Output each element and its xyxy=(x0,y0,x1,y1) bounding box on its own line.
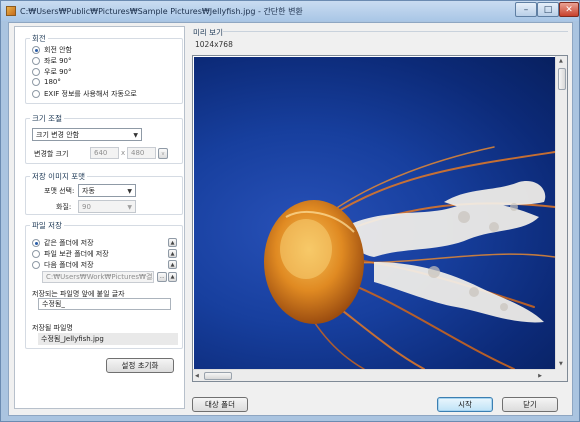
minimize-button[interactable]: – xyxy=(515,2,537,17)
maximize-button[interactable]: □ xyxy=(537,2,559,17)
output-filename: 수정됨_Jellyfish.jpg xyxy=(38,333,178,345)
resize-height-input[interactable]: 480 xyxy=(127,147,156,159)
preview-divider xyxy=(223,31,568,32)
dialog-body: 회전 회전 안함 좌로 90° 우로 90° 180° EXIF 정보를 사용해… xyxy=(8,22,573,416)
vertical-scrollbar[interactable]: ▲ ▼ xyxy=(555,56,567,369)
resize-width-input[interactable]: 640 xyxy=(90,147,119,159)
save-option-archive-folder[interactable]: 파일 보관 폴더에 저장 xyxy=(32,249,109,259)
rotation-option-label: 우로 90° xyxy=(44,68,72,76)
resize-mode-value: 크기 변경 안함 xyxy=(36,130,80,139)
rotation-option-180[interactable]: 180° xyxy=(32,78,61,86)
format-group: 저장 이미지 포맷 포맷 선택: 자동 ▼ 화질: 90 ▼ xyxy=(25,171,183,215)
scroll-right-icon[interactable]: ▶ xyxy=(538,373,542,379)
rotation-option-left90[interactable]: 좌로 90° xyxy=(32,56,72,66)
chevron-down-icon: ▼ xyxy=(133,132,138,139)
rotation-option-none[interactable]: 회전 안함 xyxy=(32,45,72,55)
aspect-lock-button[interactable]: v xyxy=(158,148,168,159)
save-option-custom-folder[interactable]: 다음 폴더에 저장 xyxy=(32,260,94,270)
save-legend: 파일 저장 xyxy=(30,220,64,231)
save-option-label: 다음 폴더에 저장 xyxy=(44,261,94,269)
close-button[interactable]: 닫기 xyxy=(502,397,558,412)
close-window-button[interactable]: ✕ xyxy=(559,2,579,17)
format-select-label: 포맷 선택: xyxy=(44,187,75,195)
quality-value: 90 xyxy=(82,202,91,211)
chevron-up-icon[interactable]: ▲ xyxy=(168,249,177,258)
rotation-option-right90[interactable]: 우로 90° xyxy=(32,67,72,77)
save-option-same-folder[interactable]: 같은 폴더에 저장 xyxy=(32,238,94,248)
horizontal-scrollbar[interactable]: ◀ ▶ xyxy=(193,369,556,381)
folder-path-input[interactable]: C:₩Users₩Work₩Pictures₩결과 xyxy=(42,271,154,283)
rotation-option-label: 180° xyxy=(44,78,61,86)
settings-panel: 회전 회전 안함 좌로 90° 우로 90° 180° EXIF 정보를 사용해… xyxy=(14,26,185,409)
app-window: C:₩Users₩Public₩Pictures₩Sample Pictures… xyxy=(0,0,580,422)
app-icon xyxy=(6,6,16,16)
rotation-option-exif[interactable]: EXIF 정보를 사용해서 자동으로 xyxy=(32,89,137,99)
preview-viewer[interactable]: ▲ ▼ ◀ ▶ xyxy=(192,55,568,382)
radio-icon[interactable] xyxy=(32,57,40,65)
title-bar[interactable]: C:₩Users₩Public₩Pictures₩Sample Pictures… xyxy=(1,1,579,21)
radio-icon[interactable] xyxy=(32,239,40,247)
rotation-option-label: EXIF 정보를 사용해서 자동으로 xyxy=(44,90,137,98)
rotation-option-label: 회전 안함 xyxy=(44,46,72,54)
save-option-label: 파일 보관 폴더에 저장 xyxy=(44,250,109,258)
chevron-down-icon: ▼ xyxy=(127,204,132,211)
format-legend: 저장 이미지 포맷 xyxy=(30,171,88,182)
radio-icon[interactable] xyxy=(32,250,40,258)
reset-settings-button[interactable]: 설정 초기화 xyxy=(106,358,174,373)
chevron-up-icon[interactable]: ▲ xyxy=(168,260,177,269)
jellyfish-image xyxy=(264,146,555,369)
quality-label: 화질: xyxy=(56,203,72,211)
prefix-input[interactable]: 수정됨_ xyxy=(38,298,171,310)
radio-icon[interactable] xyxy=(32,68,40,76)
preview-image xyxy=(194,57,555,369)
image-dimensions: 1024x768 xyxy=(195,40,233,49)
save-group: 파일 저장 같은 폴더에 저장 파일 보관 폴더에 저장 다음 폴더에 저장 ▲… xyxy=(25,220,183,349)
radio-icon[interactable] xyxy=(32,46,40,54)
format-select[interactable]: 자동 ▼ xyxy=(78,184,136,197)
window-title: C:₩Users₩Public₩Pictures₩Sample Pictures… xyxy=(20,7,303,16)
chevron-up-icon[interactable]: ▲ xyxy=(168,238,177,247)
filename-label: 저장될 파일명 xyxy=(32,324,73,332)
radio-icon[interactable] xyxy=(32,90,40,98)
preview-label: 미리 보기 xyxy=(193,28,223,37)
scroll-left-icon[interactable]: ◀ xyxy=(195,373,199,379)
resize-group: 크기 조절 크기 변경 안함 ▼ 변경할 크기 640 x 480 v xyxy=(25,113,183,164)
save-option-label: 같은 폴더에 저장 xyxy=(44,239,94,247)
resize-target-label: 변경할 크기 xyxy=(34,150,69,158)
scroll-down-icon[interactable]: ▼ xyxy=(559,361,563,367)
rotation-group: 회전 회전 안함 좌로 90° 우로 90° 180° EXIF 정보를 사용해… xyxy=(25,33,183,104)
radio-icon[interactable] xyxy=(32,261,40,269)
rotation-option-label: 좌로 90° xyxy=(44,57,72,65)
resize-separator: x xyxy=(121,149,126,157)
quality-select[interactable]: 90 ▼ xyxy=(78,200,136,213)
horizontal-scroll-thumb[interactable] xyxy=(204,372,232,380)
resize-legend: 크기 조절 xyxy=(30,113,64,124)
resize-mode-select[interactable]: 크기 변경 안함 ▼ xyxy=(32,128,142,141)
rotation-legend: 회전 xyxy=(30,33,48,44)
browse-folder-button[interactable]: ... xyxy=(157,272,167,282)
start-button[interactable]: 시작 xyxy=(437,397,493,412)
chevron-up-icon[interactable]: ▲ xyxy=(168,272,177,282)
target-folder-button[interactable]: 대상 폴더 xyxy=(192,397,248,412)
radio-icon[interactable] xyxy=(32,78,40,86)
vertical-scroll-thumb[interactable] xyxy=(558,68,566,90)
scroll-up-icon[interactable]: ▲ xyxy=(559,58,563,64)
format-value: 자동 xyxy=(82,186,95,195)
chevron-down-icon: ▼ xyxy=(127,188,132,195)
scroll-corner xyxy=(555,369,567,381)
